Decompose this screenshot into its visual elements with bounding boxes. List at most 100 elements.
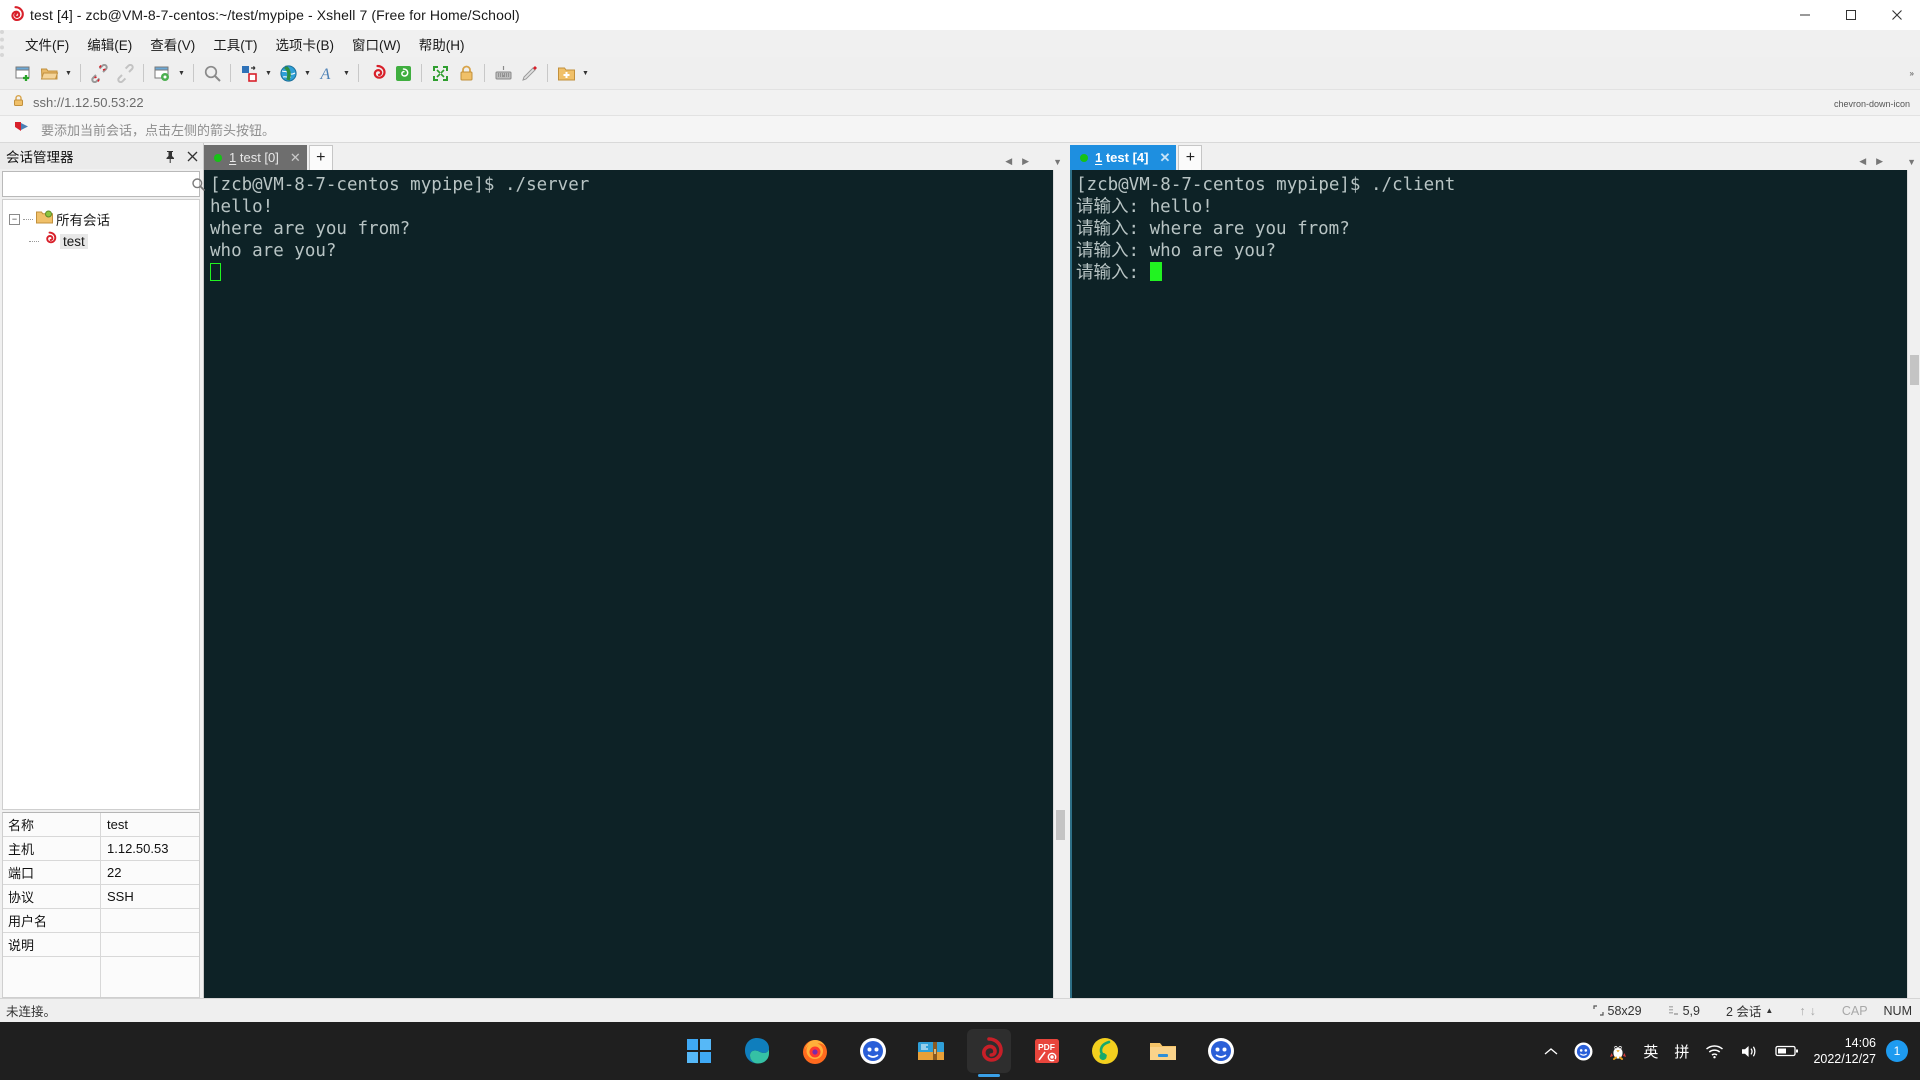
tab-close-icon[interactable]: ✕ (1159, 150, 1170, 166)
firefox-browser-icon[interactable] (793, 1029, 837, 1073)
menu-help[interactable]: 帮助(H) (410, 31, 474, 57)
workspace-row: 会话管理器 − 所有会话 test 名称 test 主机 1.12.50.53 … (0, 143, 1920, 998)
start-windows-icon[interactable] (677, 1029, 721, 1073)
property-row: 说明 (3, 933, 199, 957)
xshell-icon[interactable] (967, 1029, 1011, 1077)
file-transfer-dropdown-caret[interactable]: ▼ (262, 60, 275, 86)
session-tree[interactable]: − 所有会话 test (2, 199, 200, 810)
tab-label: 1 test [4] (1095, 150, 1148, 165)
tab-test-0[interactable]: 1 test [0] ✕ (204, 145, 307, 170)
globe-dropdown-caret[interactable]: ▼ (301, 60, 314, 86)
terminal-output-right[interactable]: [zcb@VM-8-7-centos mypipe]$ ./client 请输入… (1070, 170, 1907, 998)
ime-pinyin-icon[interactable]: 拼 (1666, 1022, 1697, 1080)
menu-tabs[interactable]: 选项卡(B) (267, 31, 344, 57)
chevron-down-icon[interactable]: chevron-down-icon (1834, 90, 1910, 117)
tree-expand-toggle[interactable]: − (9, 213, 20, 225)
terminal-scrollbar-right[interactable] (1907, 170, 1920, 998)
disconnect-icon[interactable] (86, 60, 112, 86)
add-folder-icon[interactable] (553, 60, 579, 86)
toolbar-separator (230, 64, 231, 82)
ime-chinese-icon[interactable]: 英 (1635, 1022, 1666, 1080)
screen-root: test [4] - zcb@VM-8-7-centos:~/test/mypi… (0, 0, 1920, 1080)
tab-list-menu-icon[interactable]: ▼ (1907, 157, 1916, 167)
open-folder-dropdown-caret[interactable]: ▼ (62, 60, 75, 86)
pin-icon[interactable] (159, 150, 181, 163)
battery-icon[interactable] (1767, 1022, 1807, 1080)
new-tab-button[interactable]: + (308, 145, 333, 170)
session-count-value: 2 会话 (1725, 1005, 1762, 1019)
wifi-icon[interactable] (1697, 1022, 1732, 1080)
window-close-button[interactable] (1874, 0, 1920, 30)
properties-dropdown-caret[interactable]: ▼ (175, 60, 188, 86)
xshell-icon[interactable] (364, 60, 390, 86)
winrar-archiver-icon[interactable] (909, 1029, 953, 1073)
tree-node-label: 所有会话 (56, 213, 110, 228)
scrollbar-thumb[interactable] (1910, 355, 1919, 385)
new-session-icon[interactable] (10, 60, 36, 86)
keyboard-icon[interactable] (490, 60, 516, 86)
tim-messenger-icon[interactable] (851, 1029, 895, 1073)
highlight-pen-icon[interactable] (516, 60, 542, 86)
window-maximize-button[interactable] (1828, 0, 1874, 30)
session-count-caret-icon[interactable]: ▲ (1765, 1006, 1773, 1015)
lock-icon (12, 94, 25, 112)
terminal-scrollbar-left[interactable] (1053, 170, 1066, 998)
file-transfer-icon[interactable] (236, 60, 262, 86)
volume-icon[interactable] (1732, 1022, 1767, 1080)
scrollbar-thumb[interactable] (1056, 810, 1065, 840)
close-icon[interactable] (181, 151, 203, 162)
search-icon[interactable] (191, 177, 206, 192)
property-row: 主机 1.12.50.53 (3, 837, 199, 861)
find-search-icon[interactable] (199, 60, 225, 86)
hint-text: 要添加当前会话，点击左侧的箭头按钮。 (41, 122, 276, 138)
open-folder-icon[interactable] (36, 60, 62, 86)
session-count-indicator[interactable]: 2 会话 ▲ (1726, 1001, 1773, 1020)
file-explorer-icon[interactable] (1141, 1029, 1185, 1073)
properties-gear-icon[interactable] (149, 60, 175, 86)
tab-scroll-right-icon[interactable]: ▶ (1022, 156, 1029, 167)
tab-scroll-left-icon[interactable]: ◀ (1005, 156, 1012, 167)
tab-test-4[interactable]: 1 test [4] ✕ (1070, 145, 1177, 170)
font-icon[interactable]: A (314, 60, 340, 86)
edge-browser-icon[interactable] (735, 1029, 779, 1073)
new-tab-button[interactable]: + (1178, 145, 1203, 170)
tree-node-test[interactable]: test (3, 230, 199, 252)
menu-file[interactable]: 文件(F) (16, 31, 78, 57)
reconnect-icon[interactable] (112, 60, 138, 86)
tim-second-icon[interactable] (1199, 1029, 1243, 1073)
lock-icon[interactable] (453, 60, 479, 86)
fullscreen-icon[interactable] (427, 60, 453, 86)
menu-edit[interactable]: 编辑(E) (78, 31, 141, 57)
terminal-output-left[interactable]: [zcb@VM-8-7-centos mypipe]$ ./server hel… (204, 170, 1053, 998)
address-url[interactable]: ssh://1.12.50.53:22 (33, 95, 144, 110)
notification-badge[interactable]: 1 (1886, 1040, 1908, 1062)
chevron-up-icon[interactable] (1536, 1022, 1566, 1080)
tab-close-icon[interactable]: ✕ (290, 150, 301, 166)
menu-window[interactable]: 窗口(W) (343, 31, 410, 57)
clock[interactable]: 14:06 2022/12/27 (1807, 1022, 1886, 1080)
tab-scroll-right-icon[interactable]: ▶ (1876, 156, 1883, 167)
tim-tray-icon[interactable] (1566, 1022, 1601, 1080)
netease-music-icon[interactable] (1083, 1029, 1127, 1073)
add-folder-dropdown-caret[interactable]: ▼ (579, 60, 592, 86)
pdf-reader-icon[interactable]: PDF (1025, 1029, 1069, 1073)
property-value: 22 (107, 865, 122, 880)
terminal-line: hello! (210, 197, 274, 217)
property-key: 主机 (3, 837, 101, 860)
window-minimize-button[interactable] (1782, 0, 1828, 30)
connection-status: 未连接。 (6, 1005, 57, 1019)
tab-scroll-left-icon[interactable]: ◀ (1859, 156, 1866, 167)
globe-icon[interactable] (275, 60, 301, 86)
property-key: 端口 (3, 861, 101, 884)
font-dropdown-caret[interactable]: ▼ (340, 60, 353, 86)
search-input[interactable] (3, 172, 191, 196)
tree-node-all-sessions[interactable]: − 所有会话 (3, 208, 199, 230)
menu-tools[interactable]: 工具(T) (204, 31, 266, 57)
qq-penguin-icon[interactable] (1601, 1022, 1635, 1080)
session-search-box[interactable] (2, 171, 206, 197)
menu-view[interactable]: 查看(V) (141, 31, 204, 57)
toolbar-overflow-button[interactable]: » (1910, 57, 1914, 89)
xftp-icon[interactable] (390, 60, 416, 86)
property-row: 名称 test (3, 813, 199, 837)
tab-list-menu-icon[interactable]: ▼ (1053, 157, 1062, 167)
